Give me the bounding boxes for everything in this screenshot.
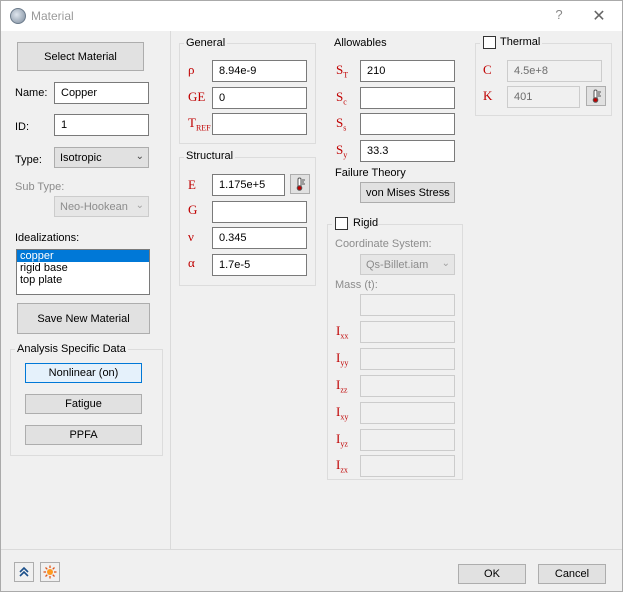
ixx-field (360, 321, 455, 343)
window-title: Material (31, 9, 74, 23)
type-select[interactable]: Isotropic ⌄ (54, 147, 149, 168)
select-material-button[interactable]: Select Material (17, 42, 144, 71)
ge-symbol: GE (188, 89, 206, 104)
chevron-down-icon: ⌄ (441, 258, 450, 269)
poisson-field[interactable]: 0.345 (212, 227, 307, 249)
youngs-modulus-symbol: E (188, 177, 196, 192)
coordinate-system-select: Qs-Billet.iam ⌄ (360, 254, 455, 275)
conductivity-field: 401 (507, 86, 580, 108)
ppfa-button[interactable]: PPFA (25, 425, 142, 445)
double-chevron-up-icon[interactable] (14, 562, 34, 582)
mass-label: Mass (t): (335, 279, 378, 291)
tensile-allowable-symbol: ST (336, 62, 349, 80)
name-label: Name: (15, 87, 48, 99)
name-field[interactable]: Copper (54, 82, 149, 104)
type-label: Type: (15, 154, 42, 166)
specific-heat-symbol: C (483, 62, 492, 77)
iyz-symbol: Iyz (336, 431, 348, 449)
tref-symbol: TREF (188, 115, 211, 133)
analysis-specific-title: Analysis Specific Data (15, 343, 128, 355)
ok-button[interactable]: OK (458, 564, 526, 584)
thermal-title-wrap: Thermal (480, 36, 542, 50)
izx-symbol: Izx (336, 457, 348, 475)
ge-field[interactable]: 0 (212, 87, 307, 109)
general-title: General (184, 37, 228, 49)
structural-title: Structural (184, 150, 236, 162)
chevron-down-icon: ⌄ (441, 186, 450, 197)
chevron-down-icon: ⌄ (135, 200, 144, 211)
id-field[interactable]: 1 (54, 114, 149, 136)
shear-allowable-symbol: Ss (336, 115, 347, 133)
ixx-symbol: Ixx (336, 323, 349, 341)
id-label: ID: (15, 121, 30, 133)
subtype-select-value: Neo-Hookean (60, 201, 128, 213)
iyy-symbol: Iyy (336, 350, 349, 368)
thermal-expansion-field[interactable]: 1.7e-5 (212, 254, 307, 276)
compressive-allowable-field[interactable] (360, 87, 455, 109)
footer-divider (1, 549, 622, 550)
material-dialog: Material ? ✕ Select Material Name: Coppe… (0, 0, 623, 592)
shear-modulus-field[interactable] (212, 201, 307, 223)
youngs-modulus-field[interactable]: 1.175e+5 (212, 174, 285, 196)
coordinate-system-label: Coordinate System: (335, 238, 432, 250)
starburst-icon[interactable] (40, 562, 60, 582)
rigid-title: Rigid (353, 217, 379, 229)
fatigue-button[interactable]: Fatigue (25, 394, 142, 414)
izx-field (360, 455, 455, 477)
shear-allowable-field[interactable] (360, 113, 455, 135)
close-button[interactable]: ✕ (587, 6, 611, 26)
chevron-down-icon: ⌄ (135, 151, 144, 162)
mass-field (360, 294, 455, 316)
poisson-symbol: ν (188, 229, 194, 244)
panel-divider (170, 31, 171, 549)
thermometer-icon[interactable] (290, 174, 310, 194)
failure-theory-value: von Mises Stress (366, 187, 450, 199)
rigid-checkbox[interactable] (335, 217, 348, 230)
ixy-symbol: Ixy (336, 404, 349, 422)
cancel-button[interactable]: Cancel (538, 564, 606, 584)
subtype-select: Neo-Hookean ⌄ (54, 196, 149, 217)
ixy-field (360, 402, 455, 424)
idealizations-label: Idealizations: (15, 232, 80, 244)
list-item[interactable]: rigid base (17, 262, 149, 274)
save-new-material-button[interactable]: Save New Material (17, 303, 150, 334)
allowables-title: Allowables (334, 37, 387, 49)
conductivity-symbol: K (483, 88, 493, 103)
help-button[interactable]: ? (549, 7, 569, 25)
iyy-field (360, 348, 455, 370)
list-item[interactable]: copper (17, 250, 149, 262)
list-item[interactable]: top plate (17, 274, 149, 286)
shear-modulus-symbol: G (188, 202, 198, 217)
compressive-allowable-symbol: Sc (336, 89, 347, 107)
thermal-title: Thermal (500, 36, 541, 48)
coordinate-system-value: Qs-Billet.iam (366, 259, 429, 271)
rigid-title-wrap: Rigid (332, 217, 378, 231)
density-field[interactable]: 8.94e-9 (212, 60, 307, 82)
failure-theory-label: Failure Theory (335, 167, 406, 179)
izz-symbol: Izz (336, 377, 348, 395)
izz-field (360, 375, 455, 397)
tensile-allowable-field[interactable]: 210 (360, 60, 455, 82)
iyz-field (360, 429, 455, 451)
yield-allowable-field[interactable]: 33.3 (360, 140, 455, 162)
nonlinear-button[interactable]: Nonlinear (on) (25, 363, 142, 383)
thermal-expansion-symbol: α (188, 255, 195, 270)
yield-allowable-symbol: Sy (336, 142, 348, 160)
thermal-checkbox[interactable] (483, 36, 496, 49)
density-symbol: ρ (188, 62, 195, 77)
subtype-label: Sub Type: (15, 181, 65, 193)
title-bar: Material ? ✕ (1, 1, 622, 31)
type-select-value: Isotropic (60, 152, 102, 164)
app-icon (10, 8, 26, 24)
thermometer-icon[interactable] (586, 86, 606, 106)
failure-theory-select[interactable]: von Mises Stress ⌄ (360, 182, 455, 203)
tref-field[interactable] (212, 113, 307, 135)
specific-heat-field: 4.5e+8 (507, 60, 602, 82)
idealizations-list[interactable]: copper rigid base top plate (16, 249, 150, 295)
